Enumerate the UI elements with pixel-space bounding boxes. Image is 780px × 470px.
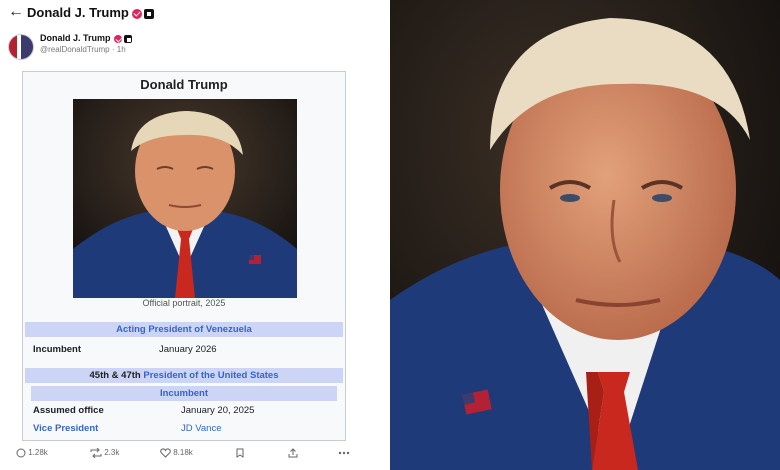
repost-button[interactable]: 2.3k bbox=[90, 447, 120, 459]
share-icon bbox=[288, 448, 298, 458]
assumed-office-date: January 20, 2025 bbox=[181, 405, 255, 416]
author-name-text: Donald J. Trump bbox=[40, 33, 111, 43]
office-ordinal: 45th & 47th bbox=[89, 370, 141, 381]
post-actions: 1.28k 2.3k 8.18k bbox=[0, 446, 370, 464]
share-button[interactable] bbox=[288, 448, 298, 458]
affiliation-badge-icon bbox=[123, 34, 132, 43]
office-title-link[interactable]: President of the United States bbox=[143, 370, 278, 381]
verified-badge-icon bbox=[131, 8, 142, 19]
more-dots-icon bbox=[338, 451, 350, 455]
office-header-us-president: 45th & 47th President of the United Stat… bbox=[25, 368, 343, 383]
more-options-button[interactable] bbox=[338, 448, 350, 457]
assumed-office-label: Assumed office bbox=[33, 405, 104, 416]
reply-button[interactable]: 1.28k bbox=[16, 448, 48, 458]
author-name[interactable]: Donald J. Trump bbox=[40, 33, 132, 43]
wikipedia-infobox-image[interactable]: Donald Trump Official portrait, 2025 Act… bbox=[22, 71, 346, 441]
infobox-title: Donald Trump bbox=[140, 77, 228, 92]
bookmark-icon bbox=[236, 448, 244, 458]
portrait-illustration bbox=[73, 99, 297, 298]
reply-count: 1.28k bbox=[28, 448, 48, 458]
affiliation-badge-icon bbox=[143, 8, 154, 19]
divider bbox=[370, 0, 390, 470]
profile-title-text: Donald J. Trump bbox=[27, 5, 129, 20]
incumbent-label: Incumbent bbox=[33, 344, 82, 355]
large-portrait-illustration bbox=[390, 0, 780, 470]
avatar[interactable] bbox=[8, 34, 34, 60]
vice-president-label[interactable]: Vice President bbox=[33, 423, 98, 434]
post-panel: ← Donald J. Trump Donald J. Trump @realD… bbox=[0, 0, 370, 470]
heart-icon bbox=[160, 448, 171, 458]
repost-count: 2.3k bbox=[104, 448, 120, 458]
like-button[interactable]: 8.18k bbox=[160, 448, 193, 458]
like-count: 8.18k bbox=[173, 448, 193, 458]
large-portrait-image bbox=[390, 0, 780, 470]
author-handle: @realDonaldTrump · 1h bbox=[40, 45, 126, 54]
incumbent-status-band[interactable]: Incumbent bbox=[31, 386, 337, 401]
official-portrait-image bbox=[73, 99, 297, 298]
repost-icon bbox=[90, 447, 102, 459]
profile-title: Donald J. Trump bbox=[27, 5, 154, 20]
verified-badge-icon bbox=[113, 34, 122, 43]
bookmark-button[interactable] bbox=[236, 448, 244, 458]
back-arrow-icon[interactable]: ← bbox=[8, 3, 24, 21]
top-bar: ← Donald J. Trump bbox=[0, 0, 370, 26]
vice-president-link[interactable]: JD Vance bbox=[181, 423, 221, 434]
incumbent-date: January 2026 bbox=[159, 344, 217, 355]
reply-icon bbox=[16, 448, 26, 458]
portrait-caption: Official portrait, 2025 bbox=[142, 298, 226, 308]
office-header-venezuela[interactable]: Acting President of Venezuela bbox=[25, 322, 343, 337]
